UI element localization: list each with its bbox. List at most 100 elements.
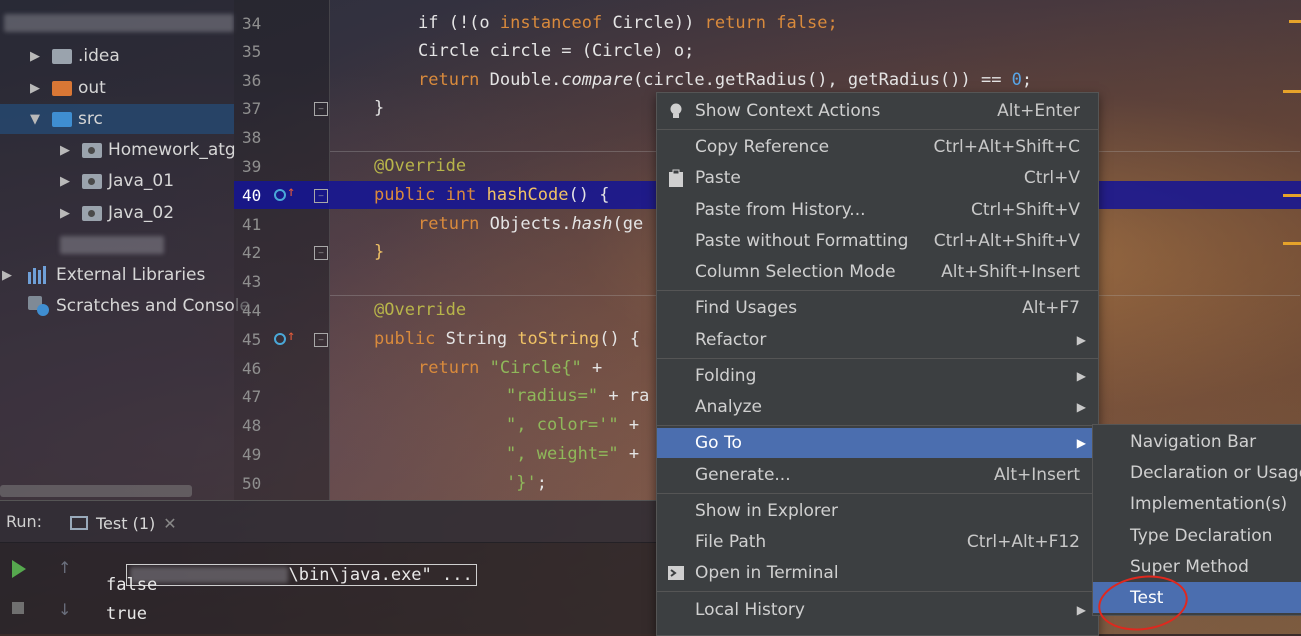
blurred-item-label xyxy=(60,236,164,254)
tree-item-label: Homework_atg xyxy=(108,140,236,160)
submenu-item-declaration-or-usages[interactable]: Declaration or Usages xyxy=(1093,457,1301,488)
menu-separator xyxy=(657,493,1098,494)
menu-separator xyxy=(657,129,1098,130)
lightbulb-icon xyxy=(667,102,685,120)
menu-item-paste-from-history[interactable]: Paste from History... Ctrl+Shift+V xyxy=(657,195,1098,225)
submenu-item-super-method[interactable]: Super Method xyxy=(1093,551,1301,582)
code-text: } xyxy=(374,242,385,262)
error-stripe-marker[interactable] xyxy=(1283,194,1301,197)
tree-item-src[interactable]: ▼ src xyxy=(0,104,234,134)
menu-item-local-history[interactable]: Local History ▶ xyxy=(657,595,1098,625)
menu-item-open-in-terminal[interactable]: Open in Terminal xyxy=(657,558,1098,588)
run-config-icon xyxy=(70,516,88,530)
expand-arrow-icon[interactable]: ▶ xyxy=(0,268,14,283)
line-number: 49 xyxy=(242,444,262,464)
rerun-icon[interactable] xyxy=(12,560,26,578)
tree-item-out[interactable]: ▶ out xyxy=(0,73,106,103)
menu-separator xyxy=(657,290,1098,291)
line-number: 37 xyxy=(242,98,262,118)
tree-item-java02[interactable]: ▶ Java_02 xyxy=(0,198,174,228)
tree-item-external-libraries[interactable]: ▶ External Libraries xyxy=(0,260,205,290)
error-stripe-marker[interactable] xyxy=(1289,20,1301,23)
error-stripe-marker[interactable] xyxy=(1283,242,1301,245)
tree-item-idea[interactable]: ▶ .idea xyxy=(0,41,120,71)
code-line[interactable]: 36 return Double.compare(circle.getRadiu… xyxy=(234,66,1301,94)
code-text: public int hashCode() { xyxy=(374,185,610,205)
expand-arrow-icon[interactable]: ▶ xyxy=(58,143,72,158)
libraries-icon xyxy=(28,266,50,284)
expand-arrow-icon[interactable]: ▶ xyxy=(58,206,72,221)
fold-icon[interactable]: – xyxy=(314,333,328,347)
line-number: 47 xyxy=(242,386,262,406)
menu-item-file-path[interactable]: File Path Ctrl+Alt+F12 xyxy=(657,527,1098,557)
menu-item-analyze[interactable]: Analyze ▶ xyxy=(657,392,1098,422)
code-text: @Override xyxy=(374,156,467,176)
fold-icon[interactable]: – xyxy=(314,102,328,116)
code-text: ", color='" + xyxy=(506,415,640,435)
expand-arrow-icon[interactable]: ▶ xyxy=(28,81,42,96)
run-tab-test[interactable]: Test (1) ✕ xyxy=(70,508,177,538)
menu-item-refactor[interactable]: Refactor ▶ xyxy=(657,325,1098,355)
submenu-item-navigation-bar[interactable]: Navigation Bar xyxy=(1093,426,1301,457)
project-root-row[interactable] xyxy=(0,8,234,38)
line-number: 44 xyxy=(242,300,262,320)
fold-icon[interactable]: – xyxy=(314,246,328,260)
up-arrow-icon[interactable]: ↑ xyxy=(58,558,71,577)
menu-item-paste-without-formatting[interactable]: Paste without Formatting Ctrl+Alt+Shift+… xyxy=(657,226,1098,256)
line-number: 34 xyxy=(242,13,262,33)
menu-item-show-in-explorer[interactable]: Show in Explorer xyxy=(657,496,1098,526)
console-output-line: true xyxy=(106,604,147,624)
code-text: if (!(o instanceof Circle)) return false… xyxy=(418,13,838,33)
overrides-method-icon[interactable] xyxy=(274,333,286,345)
code-text: return Double.compare(circle.getRadius()… xyxy=(418,70,1033,90)
menu-separator xyxy=(657,591,1098,592)
down-arrow-icon[interactable]: ↓ xyxy=(58,600,71,619)
tree-item-label: Java_01 xyxy=(108,171,175,191)
tree-item-label: Java_02 xyxy=(108,203,175,223)
line-number: 42 xyxy=(242,242,262,262)
folder-icon xyxy=(52,111,72,127)
line-number: 48 xyxy=(242,415,262,435)
console-command-line[interactable]: \bin\java.exe" ... xyxy=(106,545,477,586)
menu-item-folding[interactable]: Folding ▶ xyxy=(657,361,1098,391)
blurred-project-name xyxy=(4,14,234,32)
stop-icon[interactable] xyxy=(12,602,24,614)
fold-icon[interactable]: – xyxy=(314,189,328,203)
collapse-arrow-icon[interactable]: ▼ xyxy=(28,112,42,127)
submenu-item-implementations[interactable]: Implementation(s) xyxy=(1093,488,1301,519)
line-number: 50 xyxy=(242,473,262,493)
menu-item-go-to[interactable]: Go To ▶ xyxy=(657,428,1098,458)
overrides-method-icon[interactable] xyxy=(274,189,286,201)
submenu-item-type-declaration[interactable]: Type Declaration xyxy=(1093,520,1301,551)
code-line[interactable]: 35 Circle circle = (Circle) o; xyxy=(234,37,1301,65)
code-text: @Override xyxy=(374,300,467,320)
project-tree: ▶ .idea ▶ out ▼ src ▶ Homework_atg ▶ Jav… xyxy=(0,0,250,500)
tree-item-java01[interactable]: ▶ Java_01 xyxy=(0,166,174,196)
menu-item-copy-reference[interactable]: Copy Reference Ctrl+Alt+Shift+C xyxy=(657,132,1098,162)
code-line[interactable]: 34 if (!(o instanceof Circle)) return fa… xyxy=(234,9,1301,37)
terminal-icon xyxy=(667,564,685,582)
run-label: Run: xyxy=(6,512,43,531)
tree-item-homework[interactable]: ▶ Homework_atg xyxy=(0,135,236,165)
error-stripe-marker[interactable] xyxy=(1283,90,1301,93)
close-icon[interactable]: ✕ xyxy=(163,514,176,533)
tree-item-label: Scratches and Console xyxy=(56,296,250,316)
menu-item-show-context-actions[interactable]: Show Context Actions Alt+Enter xyxy=(657,96,1098,126)
menu-item-generate[interactable]: Generate... Alt+Insert xyxy=(657,460,1098,490)
submenu-arrow-icon: ▶ xyxy=(1076,333,1086,347)
menu-item-find-usages[interactable]: Find Usages Alt+F7 xyxy=(657,293,1098,323)
code-text: "radius=" + ra xyxy=(506,386,650,406)
expand-arrow-icon[interactable]: ▶ xyxy=(28,49,42,64)
horizontal-scrollbar[interactable] xyxy=(0,485,192,497)
up-arrow-icon: ↑ xyxy=(287,184,296,200)
submenu-arrow-icon: ▶ xyxy=(1076,400,1086,414)
tree-item-scratches[interactable]: Scratches and Console xyxy=(0,291,250,321)
tree-item-label: src xyxy=(78,109,103,129)
menu-item-paste[interactable]: Paste Ctrl+V xyxy=(657,163,1098,193)
line-number: 39 xyxy=(242,156,262,176)
tree-item-blurred[interactable] xyxy=(0,230,164,260)
expand-arrow-icon[interactable]: ▶ xyxy=(58,174,72,189)
tree-item-label: External Libraries xyxy=(56,265,206,285)
run-tab-label: Test (1) xyxy=(96,513,156,533)
menu-item-column-selection-mode[interactable]: Column Selection Mode Alt+Shift+Insert xyxy=(657,257,1098,287)
